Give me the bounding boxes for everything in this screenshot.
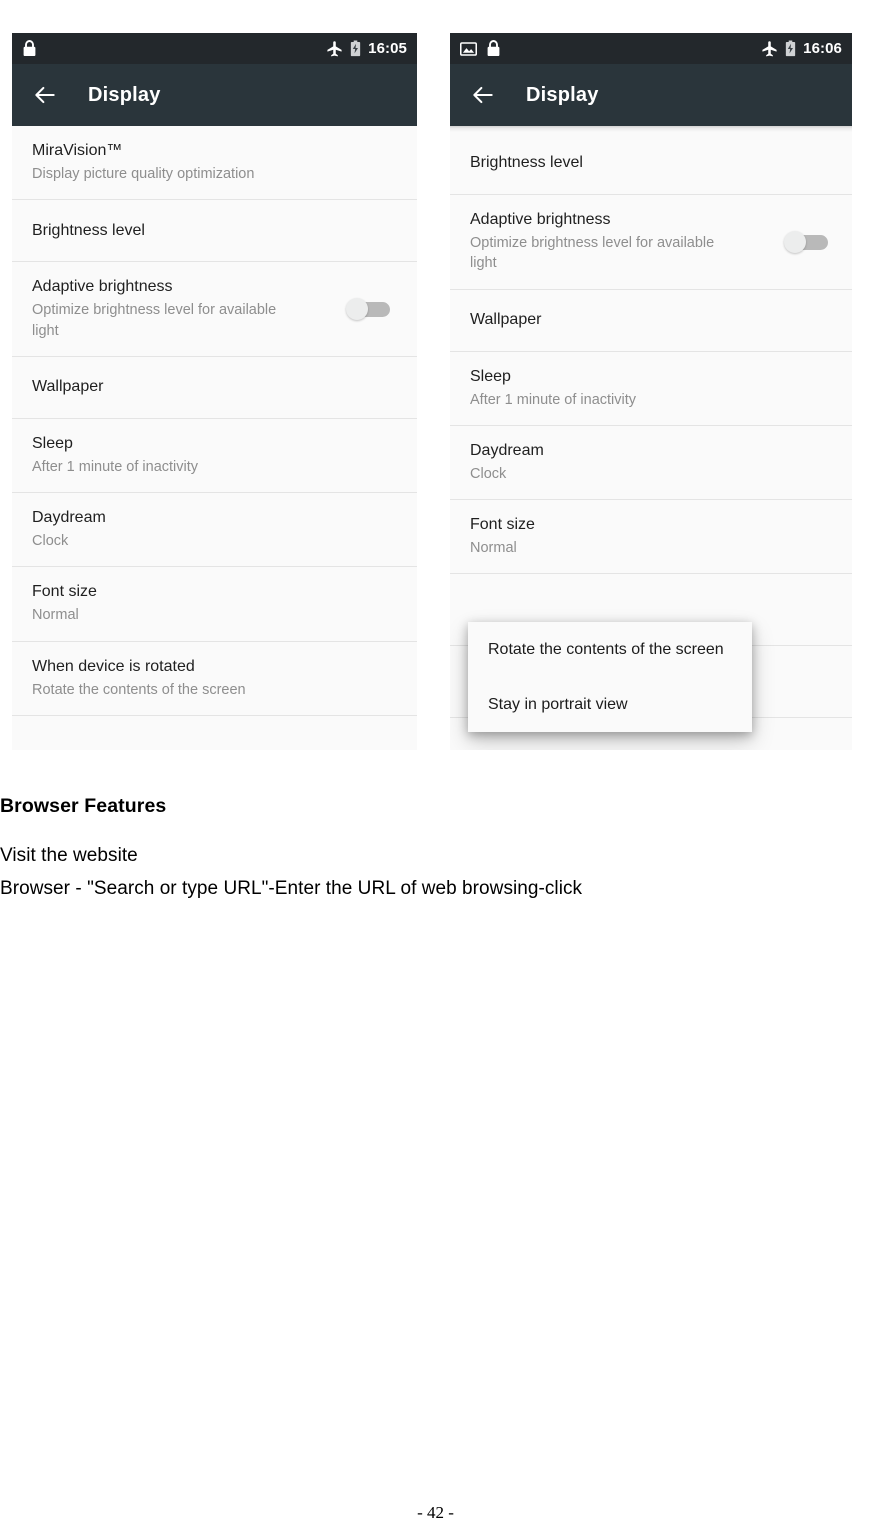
list-item-title: Wallpaper <box>470 311 542 329</box>
adaptive-brightness-toggle[interactable] <box>346 298 390 321</box>
list-item-adaptive-brightness[interactable]: Adaptive brightness Optimize brightness … <box>450 195 852 290</box>
list-item-summary: Clock <box>32 533 69 550</box>
list-item-brightness-level[interactable]: Brightness level <box>450 132 852 195</box>
list-item-title: Brightness level <box>470 154 583 171</box>
toggle-knob <box>784 230 806 253</box>
list-item-summary: Clock <box>470 465 507 482</box>
status-bar: 16:06 <box>450 33 852 64</box>
status-bar-right-icons: 16:05 <box>326 40 407 57</box>
app-bar: Display <box>12 64 417 126</box>
document-line-1: Visit the website <box>0 845 138 866</box>
status-bar-right-icons: 16:06 <box>761 40 842 57</box>
list-item-summary: Optimize brightness level for available … <box>32 302 277 339</box>
app-bar: Display <box>450 64 852 126</box>
list-item-summary: Normal <box>32 607 79 624</box>
list-item-summary: Rotate the contents of the screen <box>32 681 246 698</box>
document-line-2: Browser - "Search or type URL"-Enter the… <box>0 877 583 899</box>
list-item-title: Wallpaper <box>32 378 104 396</box>
list-item-font-size[interactable]: Font size Normal <box>12 567 417 642</box>
lock-icon <box>22 40 37 57</box>
list-item-adaptive-brightness[interactable]: Adaptive brightness Optimize brightness … <box>12 262 417 357</box>
list-item-title: Adaptive brightness <box>32 278 173 296</box>
battery-icon <box>350 40 361 57</box>
status-bar-left-icons <box>22 40 37 57</box>
list-item-title: Font size <box>470 516 535 534</box>
dialog-option-rotate-contents[interactable]: Rotate the contents of the screen <box>468 622 752 677</box>
list-item-summary: After 1 minute of inactivity <box>470 391 637 408</box>
page-title: Display <box>88 83 161 106</box>
status-bar-clock: 16:06 <box>803 40 842 57</box>
list-item-sleep[interactable]: Sleep After 1 minute of inactivity <box>450 351 852 426</box>
airplane-mode-icon <box>326 40 343 57</box>
list-item-title: Adaptive brightness <box>470 211 611 228</box>
list-item-miravision[interactable]: MiraVision™ Display picture quality opti… <box>12 126 417 201</box>
status-bar-left-icons <box>460 40 501 57</box>
back-arrow-icon[interactable] <box>32 82 58 108</box>
list-item-title: Brightness level <box>32 221 145 239</box>
page-title: Display <box>526 83 599 106</box>
list-item-title: When device is rotated <box>32 657 195 675</box>
screen-rotation-dialog[interactable]: Rotate the contents of the screen Stay i… <box>468 622 752 733</box>
page-number: - 42 - <box>417 1503 454 1522</box>
status-bar: 16:05 <box>12 33 417 64</box>
list-item-summary: Normal <box>470 540 517 557</box>
document-body: Browser Features Visit the website Brows… <box>0 795 871 905</box>
list-item-title: Font size <box>32 583 97 601</box>
list-item-title: Sleep <box>470 367 511 385</box>
list-item-summary: After 1 minute of inactivity <box>32 458 199 475</box>
list-item-title: MiraVision™ <box>32 142 123 159</box>
back-arrow-icon[interactable] <box>470 82 496 108</box>
list-item-daydream[interactable]: Daydream Clock <box>450 425 852 501</box>
status-bar-clock: 16:05 <box>368 40 407 57</box>
screenshot-image-icon <box>460 41 477 56</box>
dialog-option-stay-portrait[interactable]: Stay in portrait view <box>468 677 752 732</box>
settings-list: MiraVision™ Display picture quality opti… <box>12 126 417 717</box>
adaptive-brightness-toggle[interactable] <box>784 230 828 253</box>
list-item-title: Sleep <box>32 434 73 452</box>
list-item-font-size[interactable]: Font size Normal <box>450 500 852 575</box>
list-item-summary: Optimize brightness level for available … <box>470 235 715 272</box>
list-item-sleep[interactable]: Sleep After 1 minute of inactivity <box>12 418 417 494</box>
battery-icon <box>785 40 796 57</box>
list-item-brightness-level[interactable]: Brightness level <box>12 200 417 263</box>
section-heading: Browser Features <box>0 795 167 817</box>
list-item-wallpaper[interactable]: Wallpaper <box>450 289 852 352</box>
phone-screenshot-left: 16:05 Display MiraVision™ Display pictur… <box>12 33 417 750</box>
list-item-daydream[interactable]: Daydream Clock <box>12 493 417 568</box>
lock-icon <box>486 40 501 57</box>
list-item-title: Daydream <box>470 441 544 459</box>
toggle-knob <box>346 298 368 321</box>
list-item-wallpaper[interactable]: Wallpaper <box>12 356 417 419</box>
phone-screenshot-right: 16:06 Display Brightness level Adaptive … <box>450 33 852 750</box>
list-item-when-device-is-rotated[interactable]: When device is rotated Rotate the conten… <box>12 641 417 717</box>
airplane-mode-icon <box>761 40 778 57</box>
list-item-summary: Display picture quality optimization <box>32 166 255 182</box>
list-item-title: Daydream <box>32 509 106 527</box>
